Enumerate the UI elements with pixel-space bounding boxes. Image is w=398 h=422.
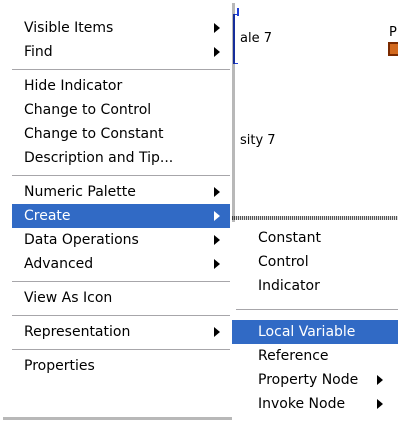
submenu-arrow-icon [214,211,220,221]
menu-item-numeric-palette[interactable]: Numeric Palette [12,180,230,204]
menu-item-label: Find [24,44,53,60]
dotted-wire [232,216,398,220]
menu-item-view-as-icon[interactable]: View As Icon [12,286,230,310]
menu-separator [12,281,230,282]
menu-item-indicator[interactable]: Indicator [232,274,398,298]
menu-item-label: Property Node [258,372,359,388]
menu-item-label: Description and Tip... [24,150,174,166]
menu-item-create[interactable]: Create [12,204,230,228]
orange-indicator [388,42,398,56]
density-label: sity 7 [240,133,276,148]
menu-item-label: Indicator [258,278,320,294]
selection-tick [237,8,239,16]
menu-separator [236,309,398,310]
scale-label: ale 7 [240,31,272,46]
submenu-arrow-icon [214,259,220,269]
menu-item-label: Advanced [24,256,94,272]
menu-item-label: Change to Control [24,102,152,118]
menu-item-data-operations[interactable]: Data Operations [12,228,230,252]
menu-item-reference[interactable]: Reference [232,344,398,368]
menu-item-hide-indicator[interactable]: Hide Indicator [12,74,230,98]
menu-item-label: Invoke Node [258,396,346,412]
menu-item-label: Hide Indicator [24,78,123,94]
submenu-arrow-icon [214,47,220,57]
menu-item-label: Change to Constant [24,126,164,142]
menu-item-invoke-node[interactable]: Invoke Node [232,392,398,416]
menu-item-label: Data Operations [24,232,139,248]
submenu-arrow-icon [214,187,220,197]
menu-item-constant[interactable]: Constant [232,226,398,250]
menu-item-label: Numeric Palette [24,184,136,200]
context-menu: Visible Items Find Hide Indicator Change to… [0,0,232,417]
menu-separator [12,315,230,316]
menu-item-label: Constant [258,230,321,246]
create-submenu: Constant Control Indicator Local Variable Re… [232,222,398,422]
menu-item-properties[interactable]: Properties [12,354,230,378]
submenu-arrow-icon [214,23,220,33]
menu-item-label: Control [258,254,309,270]
menu-separator [12,175,230,176]
menu-item-advanced[interactable]: Advanced [12,252,230,276]
menu-item-label: Visible Items [24,20,114,36]
menu-item-label: Reference [258,348,329,364]
menu-item-find[interactable]: Find [12,40,230,64]
menu-item-label: Properties [24,358,95,374]
menu-item-representation[interactable]: Representation [12,320,230,344]
menu-item-visible-items[interactable]: Visible Items [12,16,230,40]
submenu-arrow-icon [377,375,383,385]
menu-item-label: Local Variable [258,324,356,340]
menu-separator [12,69,230,70]
submenu-arrow-icon [214,235,220,245]
menu-item-label: Create [24,208,71,224]
submenu-arrow-icon [377,399,383,409]
menu-item-control[interactable]: Control [232,250,398,274]
menu-item-local-variable[interactable]: Local Variable [232,320,398,344]
menu-separator [12,349,230,350]
menu-item-change-to-control[interactable]: Change to Control [12,98,230,122]
p-label: P [389,25,397,40]
menu-item-change-to-constant[interactable]: Change to Constant [12,122,230,146]
selection-bracket [233,14,238,64]
submenu-arrow-icon [214,327,220,337]
menu-item-property-node[interactable]: Property Node [232,368,398,392]
menu-item-description-and-tip[interactable]: Description and Tip... [12,146,230,170]
menu-item-label: View As Icon [24,290,113,306]
menu-item-label: Representation [24,324,131,340]
